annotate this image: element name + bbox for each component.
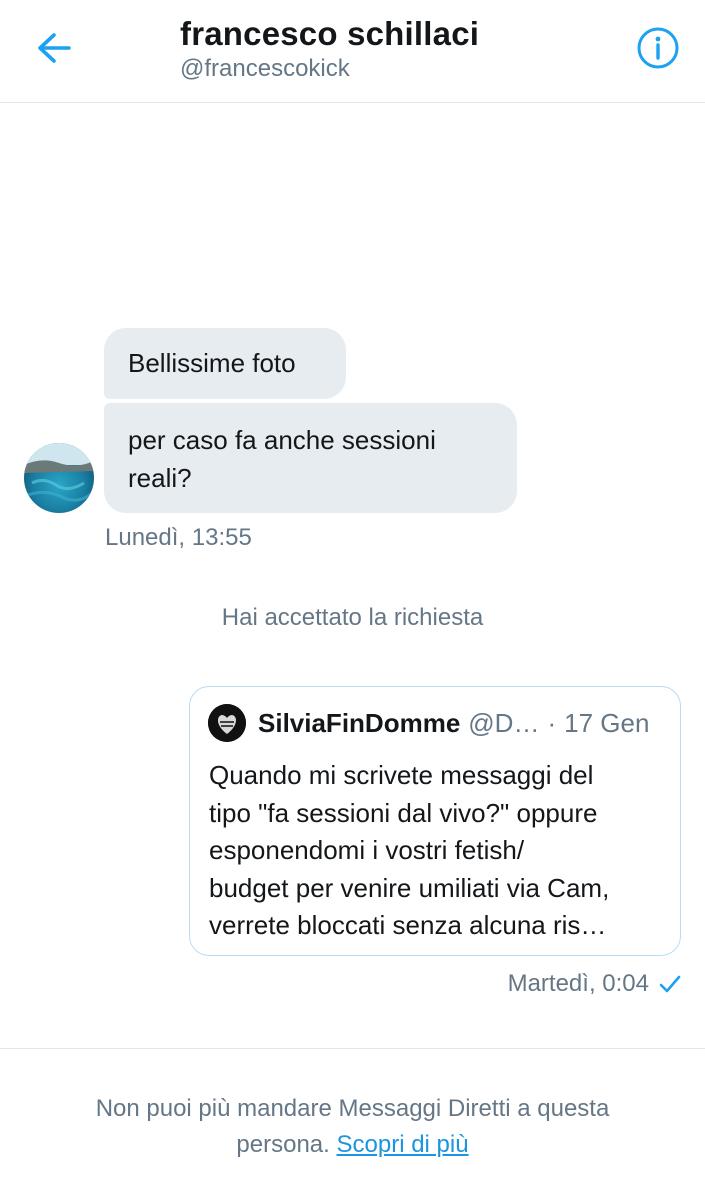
conversation-header: francesco schillaci @francescokick [0, 0, 705, 103]
sender-avatar[interactable] [24, 443, 94, 513]
learn-more-link[interactable]: Scopri di più [337, 1131, 469, 1158]
shared-tweet-header: SilviaFinDomme @D… · 17 Gen [208, 703, 668, 743]
blocked-notice-line: persona. Scopri di più [0, 1127, 705, 1163]
shared-tweet-text: Quando mi scrivete messaggi del tipo "fa… [209, 757, 669, 945]
shared-tweet-card[interactable]: SilviaFinDomme @D… · 17 Gen Quando mi sc… [189, 686, 681, 956]
incoming-message-line: reali? [128, 463, 192, 493]
outgoing-timestamp: Martedì, 0:04 [507, 970, 649, 997]
tweet-text-line: Quando mi scrivete messaggi del [209, 760, 594, 790]
incoming-message-line: per caso fa anche sessioni [128, 425, 436, 455]
tweet-author-handle: @D… [468, 707, 540, 738]
conversation-title-block[interactable]: francesco schillaci @francescokick [180, 14, 479, 84]
tweet-author-avatar [208, 704, 246, 742]
incoming-message[interactable]: Bellissime foto [104, 328, 346, 399]
outgoing-timestamp-row: Martedì, 0:04 [508, 970, 681, 998]
blocked-notice-line: Non puoi più mandare Messaggi Diretti a … [95, 1095, 610, 1122]
arrow-left-icon [36, 32, 72, 69]
tweet-separator: · [547, 707, 557, 738]
blocked-notice: Non puoi più mandare Messaggi Diretti a … [0, 1048, 705, 1200]
info-button[interactable] [634, 26, 682, 74]
tweet-text-line: verrete bloccati senza alcuna ris… [209, 910, 607, 940]
tweet-text-line: tipo "fa sessioni dal vivo?" oppure [209, 797, 598, 828]
info-icon [636, 26, 680, 75]
incoming-timestamp: Lunedì, 13:55 [105, 524, 252, 551]
checkmark-icon [659, 974, 681, 994]
system-message: Hai accettato la richiesta [221, 604, 484, 631]
tweet-text-line: budget per venire umiliati via Cam, [209, 872, 610, 903]
tweet-date: 17 Gen [564, 707, 650, 738]
blocked-notice-prefix: persona. [236, 1131, 330, 1158]
incoming-message-text: Bellissime foto [128, 348, 296, 378]
tweet-author-name: SilviaFinDomme [258, 707, 461, 738]
tweet-text-line: esponendomi i vostri fetish/ [209, 835, 525, 865]
conversation-handle: @francescokick [180, 55, 350, 82]
incoming-message[interactable]: per caso fa anche sessioni reali? [104, 403, 517, 513]
back-button[interactable] [28, 26, 80, 74]
conversation-title: francesco schillaci [180, 15, 480, 52]
